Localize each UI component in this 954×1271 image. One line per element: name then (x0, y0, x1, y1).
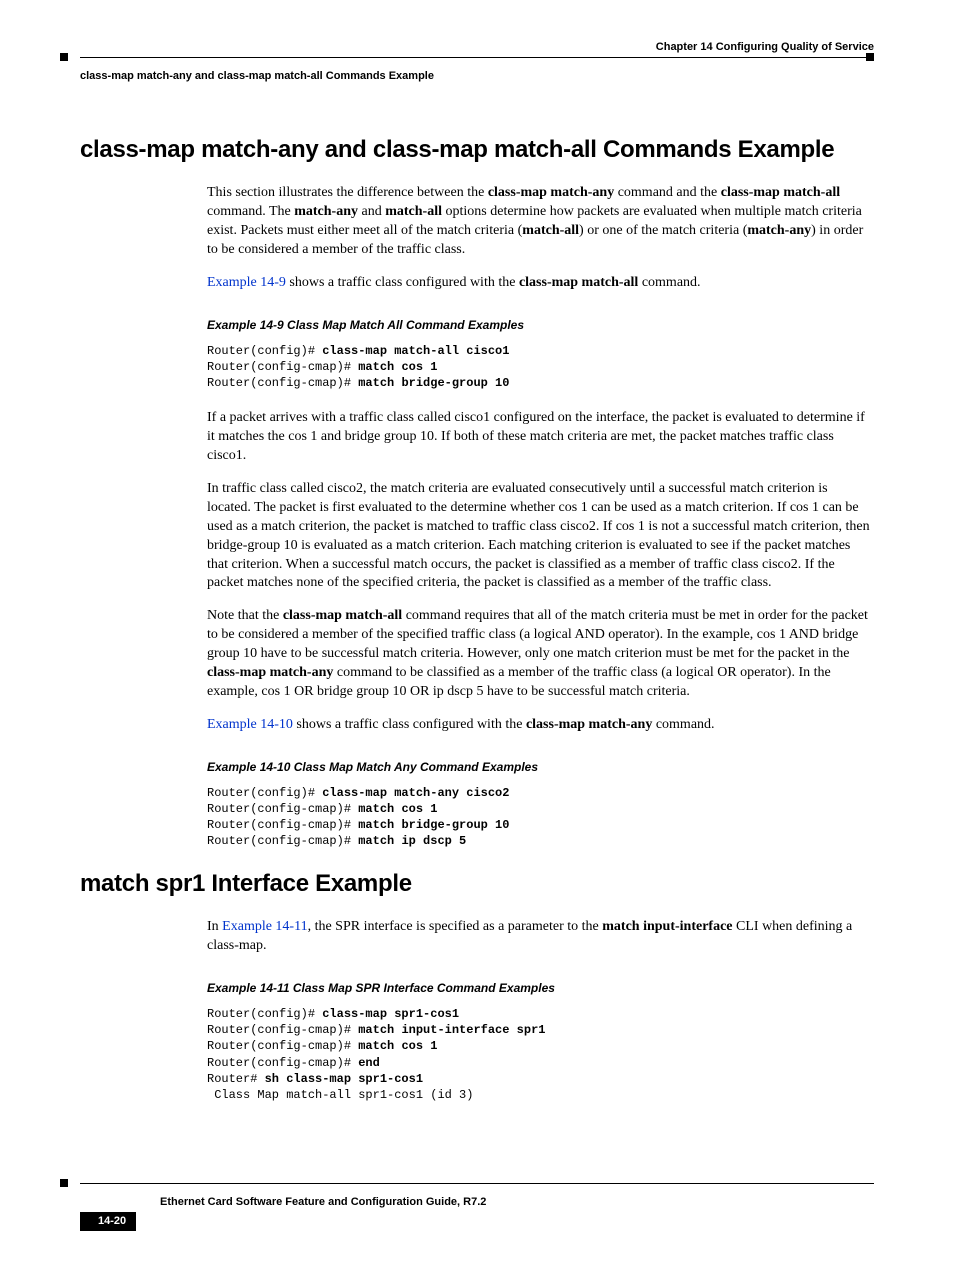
xref-example-14-9[interactable]: Example 14-9 (207, 275, 286, 290)
example-title-14-10: Example 14-10 Class Map Match Any Comman… (207, 759, 874, 775)
paragraph: Example 14-9 shows a traffic class confi… (207, 274, 874, 293)
footer: Ethernet Card Software Feature and Confi… (80, 1183, 874, 1231)
page-number: 14-20 (80, 1212, 136, 1231)
running-header-chapter: Chapter 14 Configuring Quality of Servic… (80, 40, 874, 55)
paragraph: Example 14-10 shows a traffic class conf… (207, 716, 874, 735)
paragraph: Note that the class-map match-all comman… (207, 607, 874, 701)
paragraph: In Example 14-11, the SPR interface is s… (207, 918, 874, 956)
code-block-ex9: Router(config)# class-map match-all cisc… (207, 343, 874, 392)
paragraph: If a packet arrives with a traffic class… (207, 409, 874, 466)
paragraph: This section illustrates the difference … (207, 184, 874, 260)
running-header-section: class-map match-any and class-map match-… (80, 69, 874, 84)
xref-example-14-10[interactable]: Example 14-10 (207, 717, 293, 732)
section-heading-2: match spr1 Interface Example (80, 868, 874, 900)
xref-example-14-11[interactable]: Example 14-11 (222, 919, 307, 934)
section-heading-1: class-map match-any and class-map match-… (80, 134, 874, 166)
code-block-ex11: Router(config)# class-map spr1-cos1 Rout… (207, 1006, 874, 1103)
example-title-14-11: Example 14-11 Class Map SPR Interface Co… (207, 980, 874, 996)
paragraph: In traffic class called cisco2, the matc… (207, 480, 874, 593)
example-title-14-9: Example 14-9 Class Map Match All Command… (207, 317, 874, 333)
footer-guide-title: Ethernet Card Software Feature and Confi… (160, 1195, 874, 1210)
code-block-ex10: Router(config)# class-map match-any cisc… (207, 785, 874, 850)
header-rule (80, 57, 874, 67)
